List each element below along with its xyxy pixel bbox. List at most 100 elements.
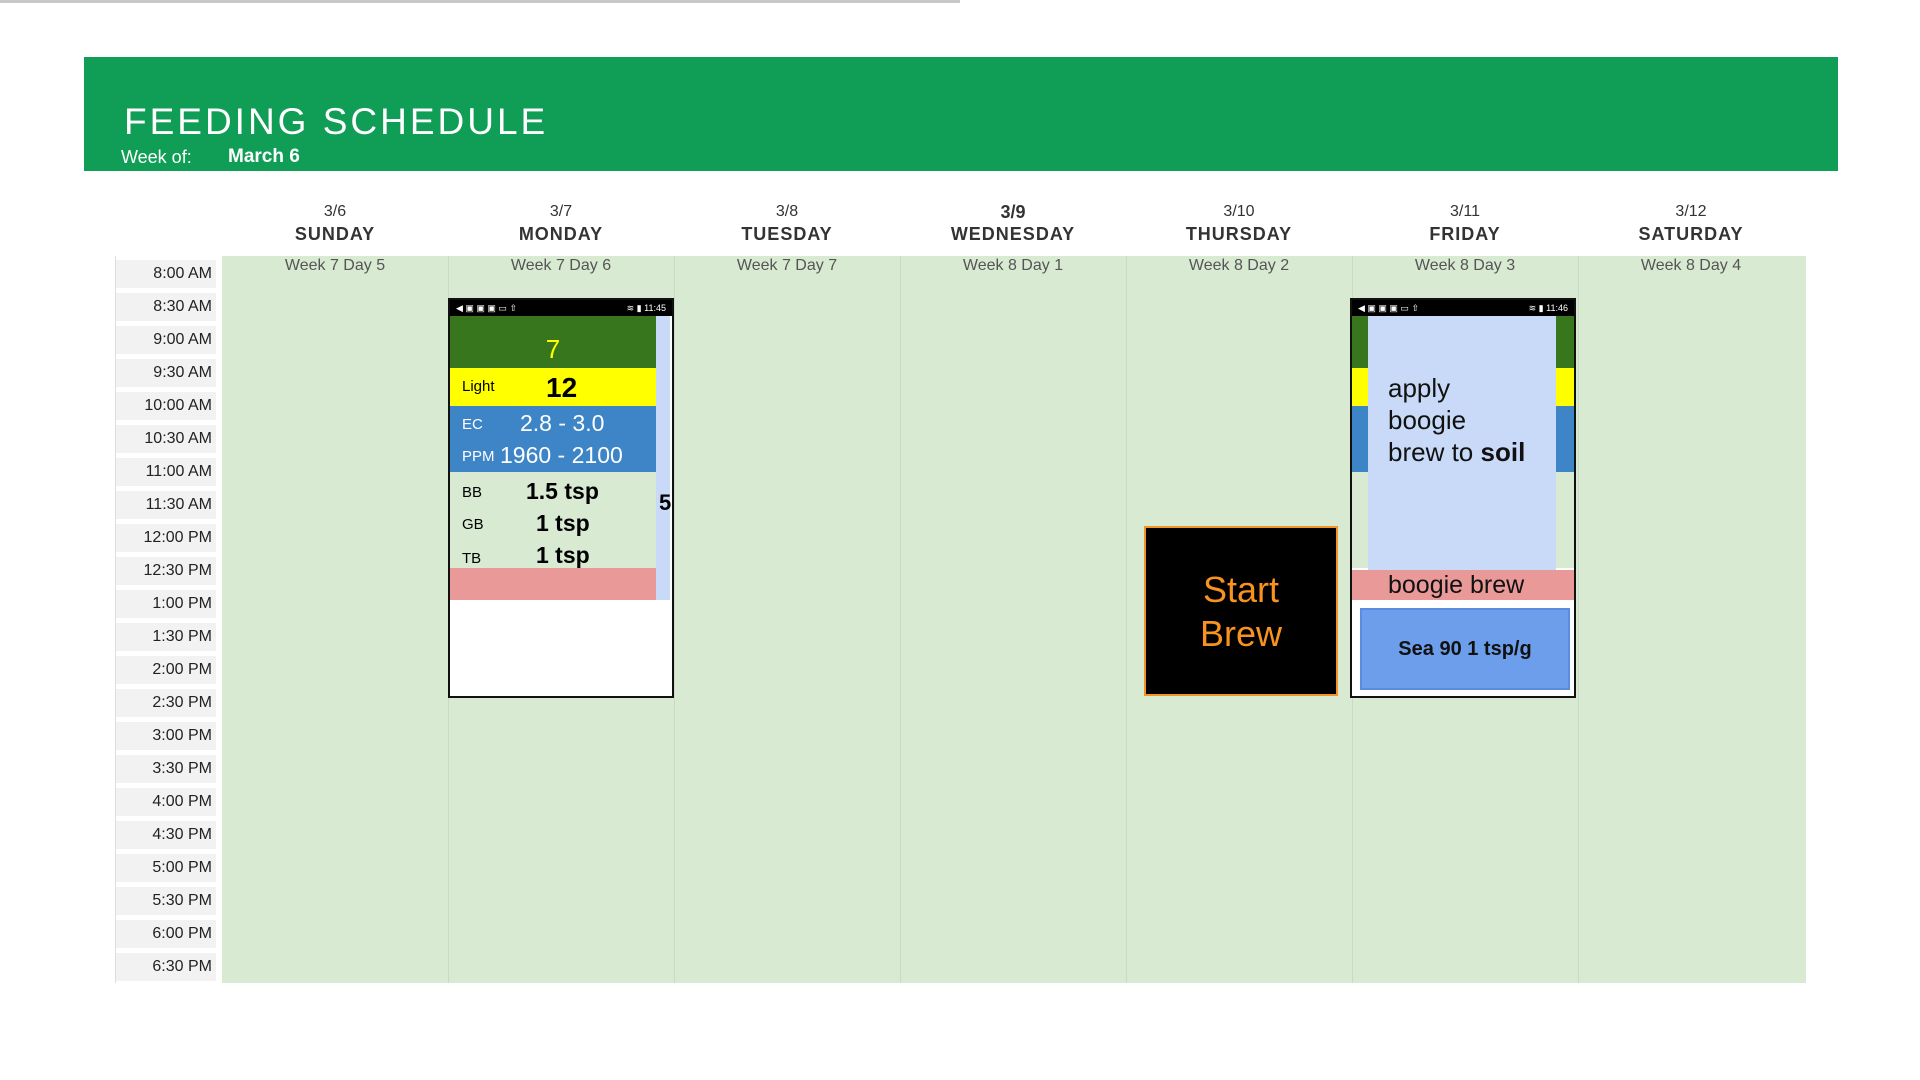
time-label: 12:00 PM	[116, 524, 216, 552]
time-label: 4:00 PM	[116, 788, 216, 816]
time-label: 2:30 PM	[116, 689, 216, 717]
time-label: 10:30 AM	[116, 425, 216, 453]
day-name: MONDAY	[518, 224, 604, 244]
status-time: 11:46	[1546, 303, 1568, 313]
start-brew-line2: Brew	[1199, 613, 1283, 654]
week-day-label-sunday: Week 7 Day 5	[284, 257, 386, 274]
boogie-brew-label: boogie brew	[1388, 571, 1525, 599]
sea-90-item[interactable]: Sea 90 1 tsp/g	[1360, 608, 1570, 690]
bb-value: 1.5 tsp	[526, 478, 599, 504]
time-label: 3:30 PM	[116, 755, 216, 783]
nutrients-row: BB 1.5 tsp GB 1 tsp TB 1 tsp	[450, 472, 656, 568]
gb-label: GB	[462, 516, 484, 533]
column-divider	[674, 256, 675, 983]
day-name: THURSDAY	[1185, 224, 1293, 244]
week-day-label-tuesday: Week 7 Day 7	[736, 257, 838, 274]
time-label: 11:00 AM	[116, 458, 216, 486]
pink-row	[450, 568, 656, 600]
column-divider	[1126, 256, 1127, 983]
week-day-label-wednesday: Week 8 Day 1	[962, 257, 1064, 274]
time-label: 5:00 PM	[116, 854, 216, 882]
time-label: 2:00 PM	[116, 656, 216, 684]
day-header-tuesday[interactable]: 3/8 TUESDAY	[674, 202, 900, 246]
day-name: WEDNESDAY	[950, 224, 1076, 244]
ec-ppm-row: EC 2.8 - 3.0 PPM 1960 - 2100	[450, 406, 656, 472]
ec-value: 2.8 - 3.0	[520, 410, 605, 436]
bb-label: BB	[462, 484, 483, 501]
ppm-label: PPM	[462, 448, 495, 465]
time-label: 10:00 AM	[116, 392, 216, 420]
time-label: 1:00 PM	[116, 590, 216, 618]
week-number: 7	[545, 334, 561, 364]
time-label: 8:30 AM	[116, 293, 216, 321]
wifi-icon: ≋	[1528, 303, 1537, 313]
note-bold-word: soil	[1480, 437, 1526, 467]
day-name: SUNDAY	[294, 224, 376, 244]
time-label: 9:30 AM	[116, 359, 216, 387]
light-value: 12	[546, 372, 578, 403]
day-date: 3/9	[1000, 202, 1026, 222]
week-day-label-thursday: Week 8 Day 2	[1188, 257, 1290, 274]
schedule-title: FEEDING SCHEDULE	[124, 101, 549, 142]
day-name: TUESDAY	[741, 224, 833, 244]
time-label: 12:30 PM	[116, 557, 216, 585]
ppm-value: 1960 - 2100	[500, 442, 623, 468]
day-header-sunday[interactable]: 3/6 SUNDAY	[222, 202, 448, 246]
wifi-icon: ≋	[626, 303, 635, 313]
week-of-label: Week of:	[121, 147, 192, 167]
edge-char: 5	[659, 490, 672, 515]
week-of-value: March 6	[228, 146, 300, 167]
week-day-label-monday: Week 7 Day 6	[510, 257, 612, 274]
time-label: 8:00 AM	[116, 260, 216, 288]
day-name: FRIDAY	[1429, 224, 1501, 244]
note-line-text: brew to	[1388, 437, 1481, 467]
day-name: SATURDAY	[1638, 224, 1744, 244]
start-brew-line1: Start	[1202, 569, 1280, 610]
note-line: brew to soil	[1388, 436, 1525, 468]
start-brew-card[interactable]: Start Brew	[1144, 526, 1338, 696]
note-text: apply boogie brew to soil	[1388, 372, 1525, 468]
light-label: Light	[462, 378, 495, 395]
gb-value: 1 tsp	[536, 510, 590, 536]
day-header-wednesday[interactable]: 3/9 WEDNESDAY	[900, 202, 1126, 246]
note-line: boogie	[1388, 405, 1467, 435]
day-header-friday[interactable]: 3/11 FRIDAY	[1352, 202, 1578, 246]
time-label: 4:30 PM	[116, 821, 216, 849]
day-date: 3/11	[1450, 203, 1480, 220]
phone-status-bar: ◀ ▣ ▣ ▣ ▭ ⇧ ≋ ▮ 11:45	[450, 300, 672, 316]
time-label: 11:30 AM	[116, 491, 216, 519]
day-date: 3/12	[1675, 203, 1707, 220]
time-label: 3:00 PM	[116, 722, 216, 750]
time-column: 8:00 AM 8:30 AM 9:00 AM 9:30 AM 10:00 AM…	[115, 256, 222, 983]
side-strip: 5	[656, 316, 672, 600]
time-label: 6:00 PM	[116, 920, 216, 948]
friday-feeding-card[interactable]: ◀ ▣ ▣ ▣ ▭ ⇧ ≋ ▮ 11:46 apply boogie brew …	[1350, 298, 1576, 698]
note-line: apply	[1388, 373, 1451, 403]
monday-feeding-card[interactable]: ◀ ▣ ▣ ▣ ▭ ⇧ ≋ ▮ 11:45 7 Light 12 EC 2.8 …	[448, 298, 674, 698]
ec-label: EC	[462, 416, 483, 433]
time-label: 6:30 PM	[116, 953, 216, 981]
time-label: 5:30 PM	[116, 887, 216, 915]
tb-label: TB	[462, 550, 482, 567]
column-divider	[900, 256, 901, 983]
day-header-saturday[interactable]: 3/12 SATURDAY	[1578, 202, 1804, 246]
week-day-label-friday: Week 8 Day 3	[1414, 257, 1516, 274]
schedule-banner: FEEDING SCHEDULE Week of: March 6	[84, 57, 1838, 171]
column-divider	[1578, 256, 1579, 983]
tb-value: 1 tsp	[536, 542, 590, 568]
top-divider-line	[0, 0, 960, 3]
light-row: Light 12	[450, 368, 656, 406]
note-overlay: apply boogie brew to soil	[1368, 316, 1556, 570]
phone-status-bar: ◀ ▣ ▣ ▣ ▭ ⇧ ≋ ▮ 11:46	[1352, 300, 1574, 316]
day-header-thursday[interactable]: 3/10 THURSDAY	[1126, 202, 1352, 246]
status-time: 11:45	[644, 303, 666, 313]
day-header-monday[interactable]: 3/7 MONDAY	[448, 202, 674, 246]
boogie-brew-row: boogie brew	[1352, 570, 1574, 600]
time-label: 9:00 AM	[116, 326, 216, 354]
week-day-label-saturday: Week 8 Day 4	[1640, 257, 1742, 274]
day-date: 3/7	[549, 203, 573, 220]
day-date: 3/10	[1223, 203, 1255, 220]
day-date: 3/6	[323, 203, 347, 220]
day-date: 3/8	[775, 203, 799, 220]
time-label: 1:30 PM	[116, 623, 216, 651]
